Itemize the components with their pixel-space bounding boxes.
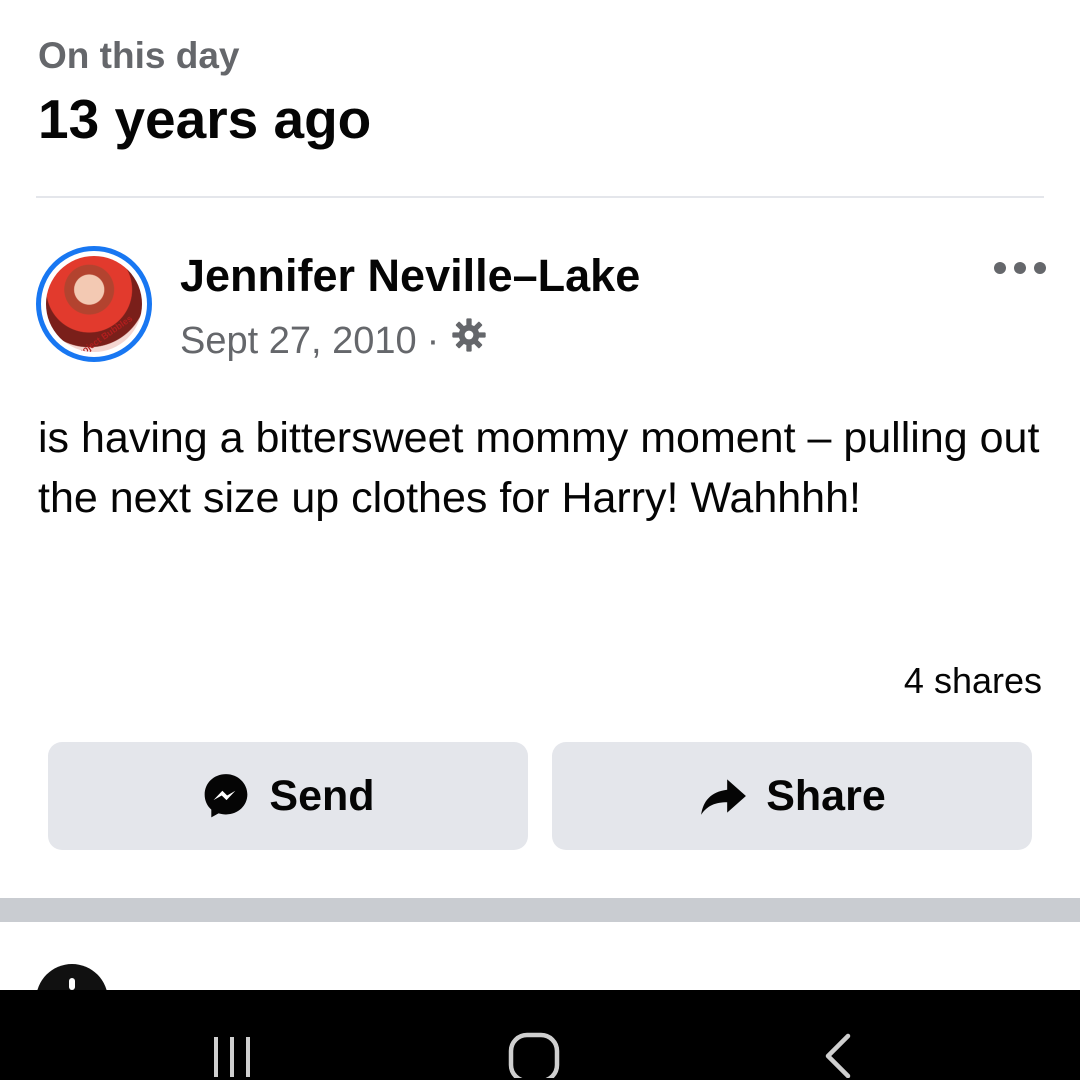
send-label: Send <box>269 771 375 820</box>
recent-apps-icon <box>214 1037 250 1077</box>
meta-separator: · <box>426 320 440 362</box>
home-button[interactable] <box>474 990 594 1080</box>
avatar-ring-text: Project Bubbles <box>72 313 135 352</box>
feed-separator <box>0 898 1080 922</box>
memories-title: 13 years ago <box>38 88 372 150</box>
memories-header: On this day 13 years ago <box>38 34 371 152</box>
send-button[interactable]: Send <box>48 742 528 850</box>
avatar-photo: Project Bubbles <box>46 256 142 352</box>
recent-apps-button[interactable] <box>172 990 292 1080</box>
messenger-icon <box>205 774 248 818</box>
home-icon <box>508 1032 560 1078</box>
post-text: is having a bittersweet mommy moment – p… <box>38 414 1040 522</box>
more-options-icon[interactable] <box>994 256 1046 280</box>
author-name[interactable]: Jennifer Neville–Lake <box>180 248 640 304</box>
share-button[interactable]: Share <box>552 742 1032 850</box>
post-meta: Sept 27, 2010 · <box>180 315 489 367</box>
more-dot <box>1014 262 1026 274</box>
post-date[interactable]: Sept 27, 2010 <box>180 317 417 365</box>
more-dot <box>1034 262 1046 274</box>
shares-count[interactable]: 4 shares <box>904 658 1042 704</box>
author-avatar[interactable]: Project Bubbles <box>36 246 152 362</box>
system-navbar <box>0 990 1080 1080</box>
back-icon <box>825 1033 851 1078</box>
back-button[interactable] <box>778 990 898 1080</box>
more-dot <box>994 262 1006 274</box>
gear-icon[interactable] <box>449 315 489 367</box>
post-actions: Send Share <box>48 742 1032 850</box>
header-divider <box>36 196 1044 198</box>
memories-kicker: On this day <box>38 35 240 76</box>
share-label: Share <box>766 771 886 820</box>
share-arrow-icon <box>701 779 747 815</box>
